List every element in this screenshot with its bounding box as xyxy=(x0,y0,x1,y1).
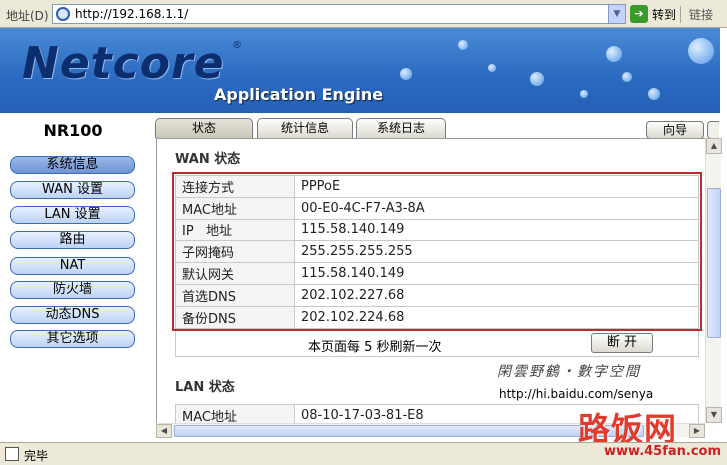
content-panel: WAN 状态 连接方式 PPPoE MAC地址 00-E0-4C-F7-A3-8A … xyxy=(156,138,705,423)
tab-status[interactable]: 状态 xyxy=(155,118,253,138)
row-key: 首选DNS xyxy=(175,283,295,307)
sidebar-item-ddns[interactable]: 动态DNS xyxy=(10,306,135,324)
vertical-scrollbar[interactable]: ▲ ▼ xyxy=(705,138,722,423)
table-row: 首选DNS 202.102.227.68 xyxy=(175,283,699,307)
table-row: IP 地址 115.58.140.149 xyxy=(175,218,699,242)
sidebar-item-lan-settings[interactable]: LAN 设置 xyxy=(10,206,135,224)
address-dropdown-icon[interactable]: ▼ xyxy=(608,5,625,23)
go-arrow-icon: ➔ xyxy=(630,5,648,23)
table-row: 备份DNS 202.102.224.68 xyxy=(175,305,699,329)
sidebar-item-firewall[interactable]: 防火墙 xyxy=(10,281,135,299)
hscroll-thumb[interactable] xyxy=(174,425,644,437)
bubble-decoration xyxy=(688,38,714,64)
sidebar-item-routing[interactable]: 路由 xyxy=(10,231,135,249)
row-key: MAC地址 xyxy=(175,404,295,423)
row-value: 115.58.140.149 xyxy=(294,218,699,242)
page-done-icon xyxy=(5,447,19,461)
row-key: IP 地址 xyxy=(175,218,295,242)
address-input[interactable]: http://192.168.1.1/ ▼ xyxy=(52,4,626,24)
row-key: 备份DNS xyxy=(175,305,295,329)
address-url[interactable]: http://192.168.1.1/ xyxy=(75,7,188,21)
next-nav-button[interactable] xyxy=(707,121,719,139)
refresh-text: 本页面每 5 秒刷新一次 xyxy=(308,340,442,355)
bubble-decoration xyxy=(400,68,412,80)
row-key: 子网掩码 xyxy=(175,240,295,264)
scroll-left-icon[interactable]: ◀ xyxy=(156,424,172,438)
banner: Netcore ® Application Engine xyxy=(0,28,720,113)
row-value: 00-E0-4C-F7-A3-8A xyxy=(294,196,699,220)
sidebar-item-other-options[interactable]: 其它选项 xyxy=(10,330,135,348)
row-key: 默认网关 xyxy=(175,262,295,285)
tab-statistics[interactable]: 统计信息 xyxy=(257,118,353,138)
links-button[interactable]: 链接 xyxy=(680,6,713,23)
sidebar-item-wan-settings[interactable]: WAN 设置 xyxy=(10,181,135,199)
scroll-thumb[interactable] xyxy=(707,188,721,338)
bubble-decoration xyxy=(622,72,632,82)
row-key: 连接方式 xyxy=(175,175,295,198)
table-row: MAC地址 00-E0-4C-F7-A3-8A xyxy=(175,196,699,220)
row-value: 202.102.227.68 xyxy=(294,283,699,307)
wan-status-table: 连接方式 PPPoE MAC地址 00-E0-4C-F7-A3-8A IP 地址 11… xyxy=(175,175,699,329)
sidebar-item-system-info[interactable]: 系统信息 xyxy=(10,156,135,174)
device-model: NR100 xyxy=(43,121,103,140)
ie-page-icon xyxy=(56,7,70,21)
row-key: MAC地址 xyxy=(175,196,295,220)
scroll-up-icon[interactable]: ▲ xyxy=(706,138,722,154)
scroll-right-icon[interactable]: ▶ xyxy=(689,424,705,438)
bubble-decoration xyxy=(488,64,496,72)
bubble-decoration xyxy=(580,90,588,98)
disconnect-button[interactable]: 断 开 xyxy=(591,333,653,353)
tab-system-log[interactable]: 系统日志 xyxy=(356,118,446,138)
go-label: 转到 xyxy=(652,7,677,22)
signature-url: http://hi.baidu.com/senya xyxy=(499,387,654,401)
address-label: 地址(D) xyxy=(6,9,49,23)
sidebar: NR100 系统信息 WAN 设置 LAN 设置 路由 NAT 防火墙 动态DN… xyxy=(0,113,146,436)
signature-text: 閑雲野鶴・數字空間 xyxy=(497,364,641,380)
registered-mark-icon: ® xyxy=(232,40,242,51)
bubble-decoration xyxy=(606,46,622,62)
wan-status-title: WAN 状态 xyxy=(175,152,241,167)
address-bar: 地址(D) http://192.168.1.1/ ▼ ➔ 转到 链接 xyxy=(0,0,727,28)
scroll-down-icon[interactable]: ▼ xyxy=(706,407,722,423)
watermark-url: www.45fan.com xyxy=(604,444,722,459)
row-value: 202.102.224.68 xyxy=(294,305,699,329)
banner-tagline: Application Engine xyxy=(214,85,384,104)
refresh-row: 本页面每 5 秒刷新一次 断 开 xyxy=(175,331,699,357)
row-value: PPPoE xyxy=(294,175,699,198)
table-row: 连接方式 PPPoE xyxy=(175,175,699,198)
table-row: 默认网关 115.58.140.149 xyxy=(175,262,699,285)
netcore-logo: Netcore xyxy=(22,38,225,89)
wizard-button[interactable]: 向导 xyxy=(646,121,704,139)
bubble-decoration xyxy=(648,88,660,100)
go-button[interactable]: ➔ 转到 xyxy=(630,5,676,23)
sidebar-item-nat[interactable]: NAT xyxy=(10,257,135,275)
bubble-decoration xyxy=(530,72,544,86)
table-row: 子网掩码 255.255.255.255 xyxy=(175,240,699,264)
row-value: 115.58.140.149 xyxy=(294,262,699,285)
row-value: 255.255.255.255 xyxy=(294,240,699,264)
bubble-decoration xyxy=(458,40,468,50)
status-text: 完毕 xyxy=(24,449,49,463)
lan-status-title: LAN 状态 xyxy=(175,380,235,395)
